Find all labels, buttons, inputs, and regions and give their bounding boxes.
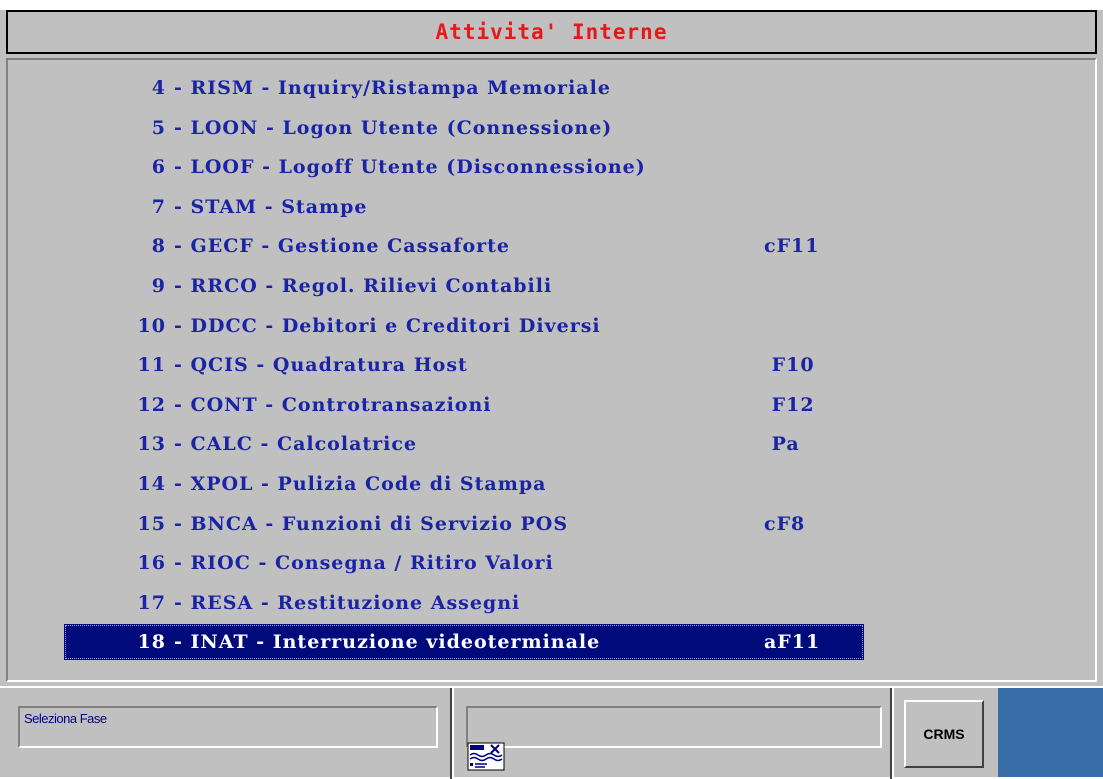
- menu-item-shortcut: Pa: [764, 433, 800, 456]
- menu-item-label: - LOON - Logon Utente (Connessione): [174, 116, 613, 139]
- status-divider: [890, 688, 894, 779]
- status-divider: [450, 688, 454, 779]
- menu-item[interactable]: 13 - CALC - Calcolatrice Pa: [64, 426, 864, 462]
- menu-item-label: - BNCA - Funzioni di Servizio POS: [174, 512, 569, 535]
- menu-item[interactable]: 11 - QCIS - Quadratura Host F10: [64, 347, 864, 383]
- menu-item-number: 7: [151, 195, 166, 218]
- menu-item-number: 15: [137, 512, 166, 535]
- menu-item-label: - CONT - Controtransazioni: [174, 393, 492, 416]
- menu-item[interactable]: 16 - RIOC - Consegna / Ritiro Valori: [64, 545, 864, 581]
- crms-button[interactable]: CRMS: [904, 700, 984, 768]
- menu-item[interactable]: 5 - LOON - Logon Utente (Connessione): [64, 110, 864, 146]
- menu-item[interactable]: 14 - XPOL - Pulizia Code di Stampa: [64, 466, 864, 502]
- menu-item[interactable]: 4 - RISM - Inquiry/Ristampa Memoriale: [64, 70, 864, 106]
- menu-item-label: - STAM - Stampe: [174, 195, 368, 218]
- page-title: Attivita' Interne: [435, 20, 668, 44]
- phase-status-text: Seleziona Fase: [24, 711, 107, 726]
- menu-item-label: - CALC - Calcolatrice: [174, 433, 418, 456]
- menu-item-label: - XPOL - Pulizia Code di Stampa: [174, 473, 547, 495]
- menu-item-number: 16: [137, 552, 166, 575]
- menu-item-number: 17: [137, 591, 166, 614]
- menu-item-number: 4: [151, 77, 166, 99]
- menu-item-shortcut: cF11: [764, 235, 820, 258]
- menu-item[interactable]: 9 - RRCO - Regol. Rilievi Contabili: [64, 268, 864, 304]
- app-window: Attivita' Interne 4 - RISM - Inquiry/Rist…: [0, 0, 1103, 779]
- menu-item-shortcut: F10: [764, 354, 815, 377]
- menu-item-number: 13: [137, 433, 166, 456]
- menu-item-label: - INAT - Interruzione videoterminale: [174, 631, 601, 654]
- menu-item-number: 10: [137, 314, 166, 337]
- menu-item-number: 11: [137, 354, 166, 377]
- menu-item-label: - QCIS - Quadratura Host: [174, 354, 468, 377]
- menu-item-shortcut: F12: [764, 393, 815, 416]
- menu-item-label: - DDCC - Debitori e Creditori Diversi: [174, 314, 601, 337]
- menu-item[interactable]: 15 - BNCA - Funzioni di Servizio POS cF8: [64, 506, 864, 542]
- top-strip: [0, 0, 1103, 10]
- menu-item-label: - GECF - Gestione Cassaforte: [174, 235, 510, 258]
- menu-item[interactable]: 18 - INAT - Interruzione videoterminale aF…: [64, 624, 864, 661]
- message-field: [466, 706, 882, 748]
- menu-item[interactable]: 17 - RESA - Restituzione Assegni: [64, 585, 864, 621]
- title-bar: Attivita' Interne: [6, 10, 1097, 54]
- menu-item-shortcut: cF8: [764, 512, 806, 535]
- menu-item-label: - RESA - Restituzione Assegni: [174, 591, 521, 614]
- menu-item[interactable]: 7 - STAM - Stampe: [64, 189, 864, 225]
- menu-item-number: 8: [151, 235, 166, 258]
- menu-item-number: 18: [137, 631, 166, 654]
- phase-status-field: Seleziona Fase: [18, 706, 438, 748]
- blue-panel: [998, 688, 1103, 777]
- menu-item-number: 9: [151, 275, 166, 297]
- menu-item-number: 5: [151, 116, 166, 139]
- menu-item-number: 14: [137, 473, 166, 495]
- message-document-icon[interactable]: [467, 742, 507, 772]
- menu-item-label: - RISM - Inquiry/Ristampa Memoriale: [174, 77, 611, 99]
- menu-item[interactable]: 12 - CONT - Controtransazioni F12: [64, 387, 864, 423]
- menu-item-label: - RIOC - Consegna / Ritiro Valori: [174, 552, 554, 575]
- menu-item-label: - LOOF - Logoff Utente (Disconnessione): [174, 156, 646, 179]
- menu-item-label: - RRCO - Regol. Rilievi Contabili: [174, 275, 553, 297]
- menu-item[interactable]: 8 - GECF - Gestione Cassaforte cF11: [64, 228, 864, 264]
- menu-panel: 4 - RISM - Inquiry/Ristampa Memoriale 5 - L…: [6, 58, 1097, 682]
- menu-item[interactable]: 10 - DDCC - Debitori e Creditori Diversi: [64, 308, 864, 344]
- menu-item-number: 6: [151, 156, 166, 179]
- menu-item[interactable]: 6 - LOOF - Logoff Utente (Disconnessione): [64, 149, 864, 185]
- menu-item-shortcut: aF11: [764, 631, 821, 654]
- menu-item-number: 12: [137, 393, 166, 416]
